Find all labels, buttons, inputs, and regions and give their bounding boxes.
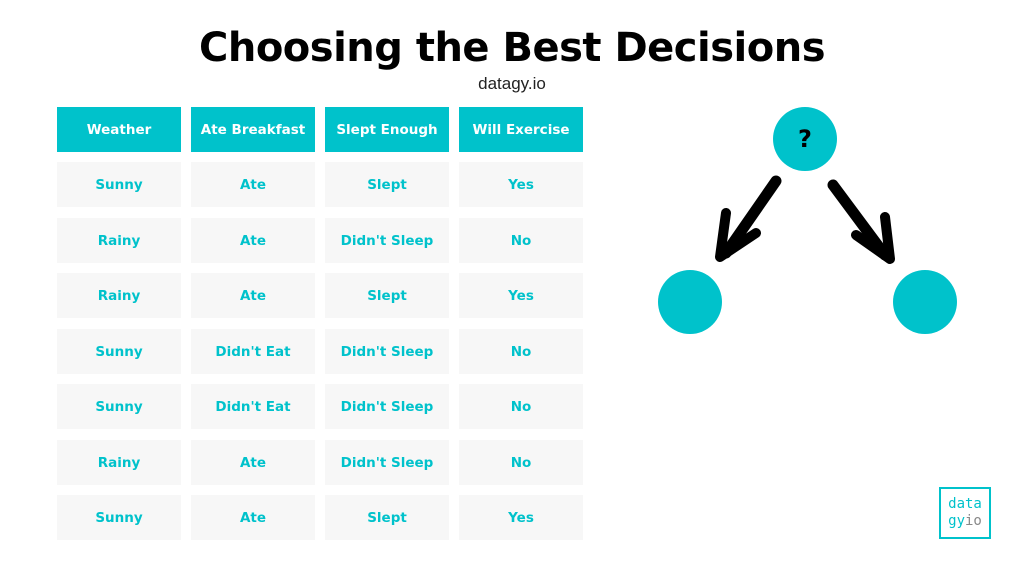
page-title: Choosing the Best Decisions xyxy=(198,25,826,71)
table-cell: Didn't Sleep xyxy=(325,440,449,485)
datagy-logo: data gyio xyxy=(939,487,991,539)
table-cell: Ate xyxy=(191,495,315,540)
table-cell: Yes xyxy=(459,162,583,207)
right-arrow-icon xyxy=(827,179,895,264)
table-cell: Ate xyxy=(191,440,315,485)
logo-line-2: gyio xyxy=(948,513,982,530)
table-cell: Slept xyxy=(325,273,449,318)
table-cell: Sunny xyxy=(57,329,181,374)
table-cell: No xyxy=(459,440,583,485)
table-cell: Rainy xyxy=(57,440,181,485)
decision-tree-diagram: ? xyxy=(640,95,980,345)
table-cell: Yes xyxy=(459,273,583,318)
table-cell: Didn't Sleep xyxy=(325,329,449,374)
table-cell: Didn't Eat xyxy=(191,384,315,429)
table-cell: Rainy xyxy=(57,218,181,263)
table-cell: No xyxy=(459,384,583,429)
column-header-slept-enough: Slept Enough xyxy=(325,107,449,152)
table-cell: No xyxy=(459,218,583,263)
table-cell: Ate xyxy=(191,273,315,318)
table-cell: Slept xyxy=(325,495,449,540)
table-cell: Ate xyxy=(191,162,315,207)
table-cell: Sunny xyxy=(57,384,181,429)
table-cell: No xyxy=(459,329,583,374)
column-header-weather: Weather xyxy=(57,107,181,152)
page-subtitle: datagy.io xyxy=(478,74,546,93)
table-cell: Sunny xyxy=(57,495,181,540)
table-cell: Slept xyxy=(325,162,449,207)
logo-line-1: data xyxy=(948,496,982,512)
right-child-node xyxy=(893,270,957,334)
table-cell: Didn't Sleep xyxy=(325,384,449,429)
table-cell: Sunny xyxy=(57,162,181,207)
logo-line-2-b: io xyxy=(965,513,982,529)
left-arrow-icon xyxy=(715,175,782,262)
table-cell: Rainy xyxy=(57,273,181,318)
column-header-will-exercise: Will Exercise xyxy=(459,107,583,152)
left-child-node xyxy=(658,270,722,334)
logo-line-2-a: gy xyxy=(948,513,965,529)
table-cell: Yes xyxy=(459,495,583,540)
table-cell: Didn't Sleep xyxy=(325,218,449,263)
table-cell: Didn't Eat xyxy=(191,329,315,374)
table-cell: Ate xyxy=(191,218,315,263)
column-header-ate-breakfast: Ate Breakfast xyxy=(191,107,315,152)
